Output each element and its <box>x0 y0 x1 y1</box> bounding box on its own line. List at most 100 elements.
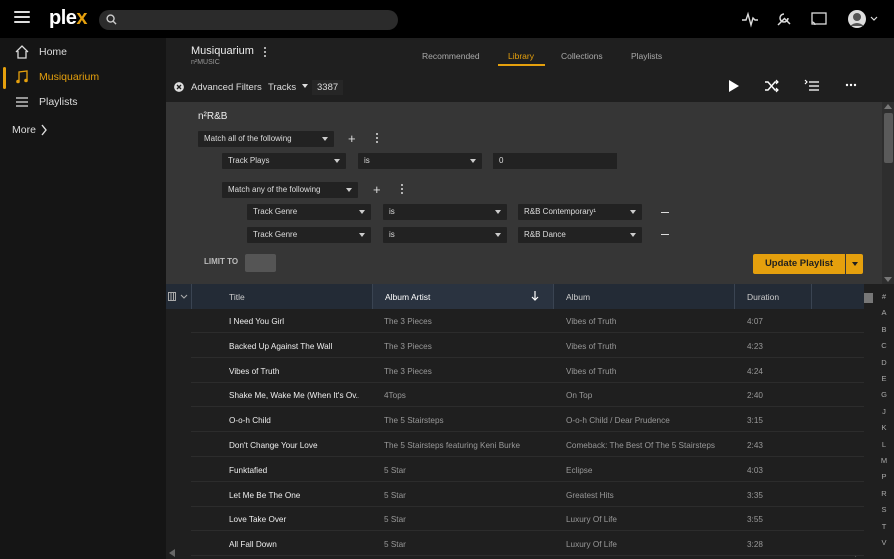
cell-album[interactable]: Comeback: The Best Of The 5 Stairsteps <box>566 441 736 450</box>
table-row[interactable]: Let Me Be The One 5 Star Greatest Hits 3:35 <box>191 482 864 507</box>
condition-value-input[interactable]: 0 <box>493 153 617 169</box>
alphabet-jump-letter[interactable]: D <box>874 358 894 367</box>
condition-field-dropdown[interactable]: Track Genre <box>247 227 371 243</box>
cell-album-artist[interactable]: The 3 Pieces <box>384 367 549 376</box>
cell-title[interactable]: Love Take Over <box>229 515 359 524</box>
column-header-album-artist[interactable]: Album Artist <box>385 292 430 302</box>
alphabet-jump-letter[interactable]: P <box>874 472 894 481</box>
shuffle-icon[interactable] <box>764 79 780 93</box>
cell-album-artist[interactable]: 5 Star <box>384 540 549 549</box>
library-more-icon[interactable] <box>263 47 269 61</box>
type-dropdown[interactable]: Tracks <box>268 82 308 93</box>
alphabet-jump-letter[interactable]: J <box>874 407 894 416</box>
condition-operator-dropdown[interactable]: is <box>358 153 482 169</box>
group-options-icon[interactable] <box>375 133 379 145</box>
table-row[interactable]: All Fall Down 5 Star Luxury Of Life 3:28 <box>191 532 864 557</box>
scroll-up-icon[interactable] <box>884 104 892 109</box>
cast-icon[interactable] <box>808 9 830 29</box>
table-row[interactable]: Love Take Over 5 Star Luxury Of Life 3:55 <box>191 507 864 532</box>
cell-album-artist[interactable]: 4Tops <box>384 391 549 400</box>
close-filter-icon[interactable] <box>174 82 184 92</box>
column-picker-icon[interactable] <box>168 292 176 301</box>
cell-title[interactable]: Vibes of Truth <box>229 367 359 376</box>
update-options-button[interactable] <box>846 254 863 274</box>
condition-operator-dropdown[interactable]: is <box>383 227 507 243</box>
tab-recommended[interactable]: Recommended <box>422 51 480 61</box>
match-any-dropdown[interactable]: Match any of the following <box>222 182 358 198</box>
more-options-icon[interactable] <box>845 83 857 87</box>
cell-album[interactable]: Greatest Hits <box>566 491 736 500</box>
tab-collections[interactable]: Collections <box>561 51 603 61</box>
condition-field-dropdown[interactable]: Track Genre <box>247 204 371 220</box>
cell-title[interactable]: O-o-h Child <box>229 416 359 425</box>
limit-toggle[interactable] <box>245 254 276 272</box>
cell-album[interactable]: Vibes of Truth <box>566 342 736 351</box>
plex-logo[interactable]: plex <box>49 7 88 30</box>
hamburger-menu-icon[interactable] <box>14 11 30 25</box>
sidebar-item-musiquarium[interactable]: Musiquarium <box>0 65 166 89</box>
remove-condition-icon[interactable] <box>661 234 669 235</box>
alphabet-jump-letter[interactable]: V <box>874 538 894 547</box>
scroll-left-icon[interactable] <box>169 549 175 557</box>
update-playlist-button[interactable]: Update Playlist <box>753 254 845 274</box>
alphabet-jump-letter[interactable]: E <box>874 374 894 383</box>
tab-playlists[interactable]: Playlists <box>631 51 662 61</box>
condition-value-dropdown[interactable]: R&B Contemporary¹ <box>518 204 642 220</box>
cell-album-artist[interactable]: The 3 Pieces <box>384 317 549 326</box>
alphabet-jump-letter[interactable]: S <box>874 505 894 514</box>
avatar[interactable] <box>847 9 869 29</box>
add-condition-icon[interactable]: + <box>373 183 381 196</box>
cell-album[interactable]: O-o-h Child / Dear Prudence <box>566 416 736 425</box>
cell-album[interactable]: Luxury Of Life <box>566 515 736 524</box>
cell-title[interactable]: Don't Change Your Love <box>229 441 359 450</box>
chevron-down-icon[interactable] <box>180 294 188 299</box>
cell-album[interactable]: Vibes of Truth <box>566 367 736 376</box>
cell-title[interactable]: Shake Me, Wake Me (When It's Ov... <box>229 391 359 400</box>
table-row[interactable]: I Need You Girl The 3 Pieces Vibes of Trut… <box>191 309 864 333</box>
alphabet-jump-letter[interactable]: C <box>874 341 894 350</box>
cell-title[interactable]: Backed Up Against The Wall <box>229 342 359 351</box>
table-row[interactable]: Backed Up Against The Wall The 3 Pieces Vi… <box>191 333 864 358</box>
alphabet-jump-letter[interactable]: T <box>874 522 894 531</box>
scroll-down-icon[interactable] <box>884 277 892 282</box>
cell-title[interactable]: Let Me Be The One <box>229 491 359 500</box>
cell-album[interactable]: On Top <box>566 391 736 400</box>
alphabet-jump-letter[interactable]: B <box>874 325 894 334</box>
cell-album-artist[interactable]: 5 Star <box>384 466 549 475</box>
condition-operator-dropdown[interactable]: is <box>383 204 507 220</box>
column-header-album[interactable]: Album <box>566 292 590 302</box>
add-to-queue-icon[interactable] <box>804 79 820 93</box>
sidebar-more[interactable]: More <box>12 124 47 136</box>
alphabet-jump-letter[interactable]: M <box>874 456 894 465</box>
sidebar-item-home[interactable]: Home <box>0 40 166 64</box>
activity-icon[interactable] <box>739 9 761 29</box>
column-header-duration[interactable]: Duration <box>747 292 779 302</box>
search-input[interactable] <box>99 10 398 30</box>
cell-album-artist[interactable]: 5 Star <box>384 515 549 524</box>
cell-album-artist[interactable]: The 3 Pieces <box>384 342 549 351</box>
cell-album-artist[interactable]: The 5 Stairsteps featuring Keni Burke <box>384 441 549 450</box>
alphabet-jump-letter[interactable]: G <box>874 390 894 399</box>
alphabet-jump-letter[interactable]: K <box>874 423 894 432</box>
remove-condition-icon[interactable] <box>661 212 669 213</box>
settings-wrench-icon[interactable] <box>773 9 795 29</box>
table-row[interactable]: Shake Me, Wake Me (When It's Ov... 4Tops O… <box>191 383 864 408</box>
select-all-checkbox[interactable] <box>864 293 873 303</box>
column-header-title[interactable]: Title <box>229 292 245 302</box>
alphabet-jump-letter[interactable]: R <box>874 489 894 498</box>
condition-value-dropdown[interactable]: R&B Dance <box>518 227 642 243</box>
table-row[interactable]: O-o-h Child The 5 Stairsteps O-o-h Child /… <box>191 408 864 433</box>
condition-field-dropdown[interactable]: Track Plays <box>222 153 346 169</box>
cell-album-artist[interactable]: The 5 Stairsteps <box>384 416 549 425</box>
cell-album[interactable]: Eclipse <box>566 466 736 475</box>
cell-title[interactable]: I Need You Girl <box>229 317 359 326</box>
cell-title[interactable]: Funktafied <box>229 466 359 475</box>
cell-album[interactable]: Vibes of Truth <box>566 317 736 326</box>
alphabet-jump-letter[interactable]: A <box>874 308 894 317</box>
table-row[interactable]: Funktafied 5 Star Eclipse 4:03 <box>191 457 864 482</box>
group-options-icon[interactable] <box>400 184 404 196</box>
alphabet-jump-letter[interactable]: L <box>874 440 894 449</box>
cell-album-artist[interactable]: 5 Star <box>384 491 549 500</box>
match-all-dropdown[interactable]: Match all of the following <box>198 131 334 147</box>
play-icon[interactable] <box>726 79 740 93</box>
